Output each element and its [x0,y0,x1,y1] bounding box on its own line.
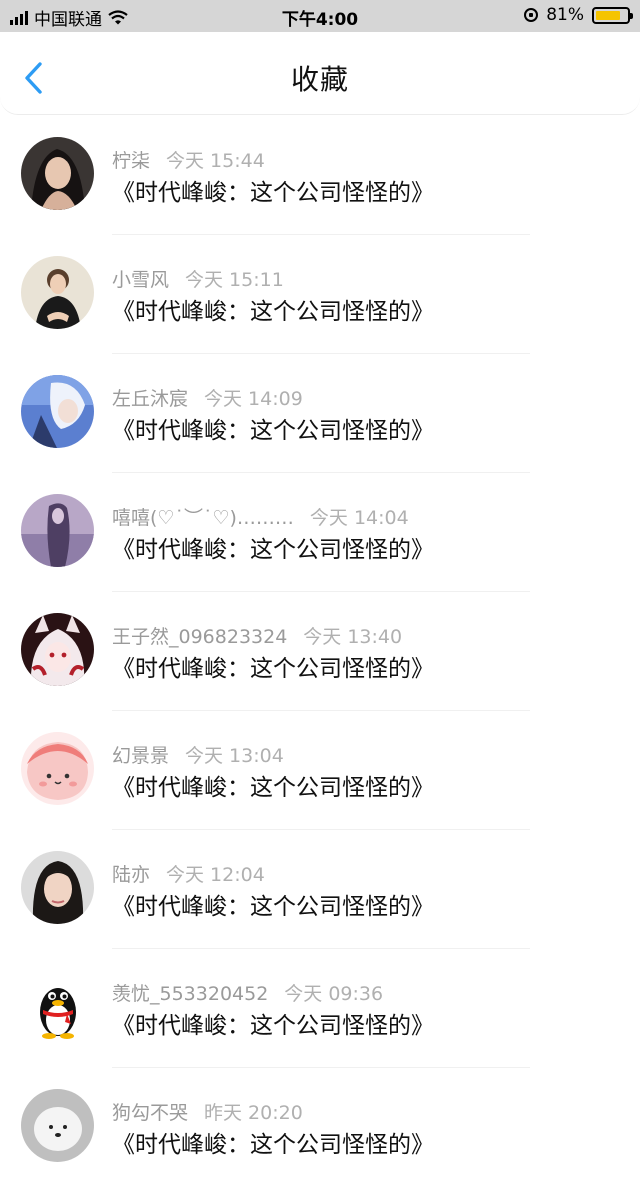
avatar[interactable] [21,732,94,805]
user-name: 羡忧_553320452 [112,983,269,1005]
user-name: 狗勾不哭 [112,1102,189,1124]
avatar[interactable] [21,1089,94,1162]
avatar[interactable] [21,970,94,1043]
list-item[interactable]: 王子然_096823324 今天 13:40 《时代峰峻：这个公司怪怪的》 [0,592,640,711]
battery-level-fill [596,10,621,20]
user-name: 左丘沐宸 [112,388,189,410]
favorite-title: 《时代峰峻：这个公司怪怪的》 [112,1013,434,1039]
battery-percent: 81% [546,5,584,25]
rotation-lock-icon [524,8,539,22]
timestamp: 今天 12:04 [166,864,265,886]
list-item[interactable]: 幻景景 今天 13:04 《时代峰峻：这个公司怪怪的》 [0,711,640,830]
timestamp: 今天 13:40 [303,626,403,648]
status-bar: 中国联通 下午4:00 81% [0,0,640,32]
avatar[interactable] [21,851,94,924]
favorites-list: 柠柒 今天 15:44 《时代峰峻：这个公司怪怪的》 小雪风 今天 15:11 《时… [0,116,640,1187]
favorite-title: 《时代峰峻：这个公司怪怪的》 [112,418,434,444]
timestamp: 今天 15:44 [166,150,265,172]
avatar[interactable] [21,375,94,448]
timestamp: 今天 14:09 [204,388,303,410]
user-name: 小雪风 [112,269,170,291]
timestamp: 今天 13:04 [185,745,284,767]
list-item[interactable]: 左丘沐宸 今天 14:09 《时代峰峻：这个公司怪怪的》 [0,354,640,473]
favorite-title: 《时代峰峻：这个公司怪怪的》 [112,299,434,325]
avatar[interactable] [21,494,94,567]
favorite-title: 《时代峰峻：这个公司怪怪的》 [112,1132,434,1158]
favorite-title: 《时代峰峻：这个公司怪怪的》 [112,537,434,563]
list-item[interactable]: 羡忧_553320452 今天 09:36 《时代峰峻：这个公司怪怪的》 [0,949,640,1068]
user-name: 嘻嘻(♡˙︶˙♡)……… [112,507,294,529]
battery-icon [592,6,633,24]
list-item[interactable]: 小雪风 今天 15:11 《时代峰峻：这个公司怪怪的》 [0,235,640,354]
page-title: 收藏 [290,63,349,96]
timestamp: 今天 15:11 [185,269,284,291]
nav-bar: 收藏 [0,32,640,115]
avatar[interactable] [21,256,94,329]
list-item[interactable]: 陆亦 今天 12:04 《时代峰峻：这个公司怪怪的》 [0,830,640,949]
favorite-title: 《时代峰峻：这个公司怪怪的》 [112,775,434,801]
list-item[interactable]: 狗勾不哭 昨天 20:20 《时代峰峻：这个公司怪怪的》 [0,1068,640,1187]
timestamp: 今天 14:04 [309,507,409,529]
timestamp: 昨天 20:20 [204,1102,303,1124]
user-name: 王子然_096823324 [112,626,288,648]
avatar[interactable] [21,613,94,686]
list-item[interactable]: 嘻嘻(♡˙︶˙♡)……… 今天 14:04 《时代峰峻：这个公司怪怪的》 [0,473,640,592]
favorite-title: 《时代峰峻：这个公司怪怪的》 [112,180,434,206]
avatar[interactable] [21,137,94,210]
favorite-title: 《时代峰峻：这个公司怪怪的》 [112,894,434,920]
timestamp: 今天 09:36 [284,983,384,1005]
penguin-icon [40,988,76,1039]
favorite-title: 《时代峰峻：这个公司怪怪的》 [112,656,434,682]
user-name: 柠柒 [112,150,151,172]
list-item[interactable]: 柠柒 今天 15:44 《时代峰峻：这个公司怪怪的》 [0,116,640,235]
user-name: 陆亦 [112,864,151,886]
user-name: 幻景景 [112,745,170,767]
